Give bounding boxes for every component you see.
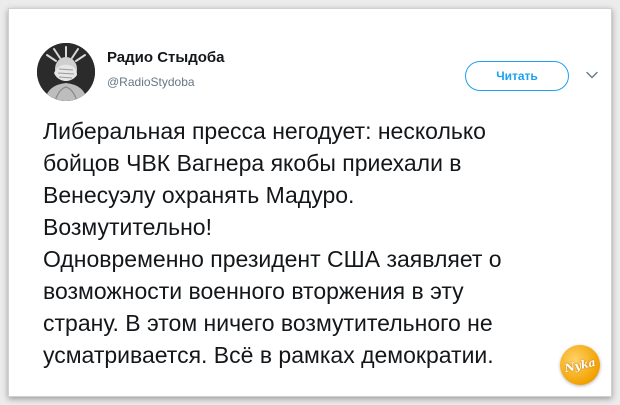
statue-of-liberty-icon (37, 43, 95, 101)
tweet-text-line: бойцов ЧВК Вагнера якобы приехали в (43, 150, 462, 176)
tweet-text-line: возможности военного вторжения в эту (43, 278, 464, 304)
follow-button[interactable]: Читать (465, 61, 569, 91)
tweet-text-line: Одновременно президент США заявляет о (43, 246, 502, 272)
tweet-text-line: усматривается. Всё в рамках демократии. (43, 342, 494, 368)
tweet-text-line: страну. В этом ничего возмутительного не (43, 310, 493, 336)
tweet-card: Радио Стыдоба @RadioStydoba Читать Либер… (8, 8, 612, 397)
author-display-name[interactable]: Радио Стыдоба (107, 49, 225, 66)
author-handle[interactable]: @RadioStydoba (107, 75, 195, 89)
chevron-down-icon[interactable] (584, 67, 600, 83)
tweet-text: Либеральная пресса негодует: несколько б… (43, 115, 583, 371)
tweet-text-line: Либеральная пресса негодует: несколько (43, 118, 486, 144)
watermark-text: Nyka (563, 355, 597, 375)
tweet-text-line: Возмутительно! (43, 214, 212, 240)
avatar[interactable] (37, 43, 95, 101)
tweet-text-line: Венесуэлу охранять Мадуро. (43, 182, 355, 208)
